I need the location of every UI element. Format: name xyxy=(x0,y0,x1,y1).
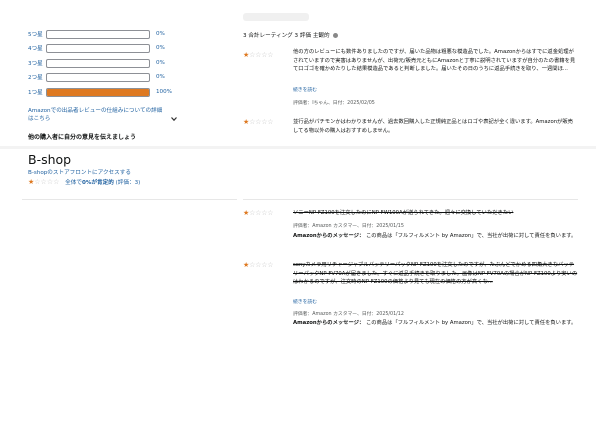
histogram-percent: 0% xyxy=(156,74,165,80)
histogram-row-5[interactable]: 5つ星 0% xyxy=(28,29,165,39)
review-body: 並行品がパチモンかはわかりませんが、過去数回購入した正規純正品とはロゴや表記が全… xyxy=(293,119,573,134)
histogram-fill xyxy=(47,88,149,96)
review-body: sonyカメラ用リチャージャブルバッテリーパックNP-FZ100を注文したのです… xyxy=(293,262,578,286)
rating-summary: 3 合計レーティング 3 評価 主観的 xyxy=(243,31,339,39)
review-star-rating: ★☆☆☆☆ xyxy=(243,209,274,217)
seller-review-help-link[interactable]: Amazonでの出品者レビューの仕組みについての詳細はこちら xyxy=(28,107,166,124)
top-tab xyxy=(243,13,309,21)
histogram-row-1[interactable]: 1つ星 100% xyxy=(28,87,172,97)
review-star-rating: ★☆☆☆☆ xyxy=(243,51,274,59)
histogram-bar xyxy=(46,43,150,53)
histogram-bar xyxy=(46,72,150,82)
review-meta: 評価者：Iちゃん、日付：2025/02/05 xyxy=(293,101,375,106)
star-empty-icon: ☆☆☆☆ xyxy=(249,209,274,217)
review-text: 並行品がパチモンかはわかりませんが、過去数回購入した正規純正品とはロゴや表記が全… xyxy=(293,118,578,135)
amazon-message: Amazonからのメッセージ： この商品は「フルフィルメント by Amazon… xyxy=(293,232,578,241)
histogram-percent: 0% xyxy=(156,60,165,66)
rating-summary-text: 3 合計レーティング 3 評価 主観的 xyxy=(243,33,330,39)
message-body: この商品は「フルフィルメント by Amazon」で、当社が出荷に対して責任を負… xyxy=(365,320,577,326)
review-star-rating: ★☆☆☆☆ xyxy=(243,261,274,269)
review-text: sonyカメラ用リチャージャブルバッテリーパックNP-FZ100を注文したのです… xyxy=(293,261,578,287)
storefront-link[interactable]: B-shopのストアフロントにアクセスする xyxy=(28,168,131,176)
overall-label[interactable]: 全体で xyxy=(65,180,82,186)
review-body: 他の方のレビューにも数件ありましたのですが、届いた品物は粗悪な模造品でした。Am… xyxy=(293,49,576,73)
histogram-row-3[interactable]: 3つ星 0% xyxy=(28,58,165,68)
histogram-row-4[interactable]: 4つ星 0% xyxy=(28,43,165,53)
amazon-message: Amazonからのメッセージ： この商品は「フルフィルメント by Amazon… xyxy=(293,319,578,328)
message-label: Amazonからのメッセージ： xyxy=(293,233,365,239)
review-body: ソニーNP-FZ100を注文したのにNP-FW100Aが送られてきた。週々に交換… xyxy=(293,210,514,216)
histogram-label: 3つ星 xyxy=(28,61,43,67)
message-body: この商品は「フルフィルメント by Amazon」で、当社が出荷に対して責任を負… xyxy=(365,233,577,239)
review-text: ソニーNP-FZ100を注文したのにNP-FW100Aが送られてきた。週々に交換… xyxy=(293,209,578,218)
star-empty-icon: ☆☆☆☆ xyxy=(34,178,60,186)
histogram-row-2[interactable]: 2つ星 0% xyxy=(28,72,165,82)
seller-rating-line: ★☆☆☆☆ 全体で0%が肯定的 (評価：3) xyxy=(28,178,140,187)
histogram-label: 1つ星 xyxy=(28,90,43,96)
seller-name: B-shop xyxy=(28,152,72,167)
review-meta: 評価者：Amazon カスタマー、日付：2025/01/12 xyxy=(293,312,404,317)
star-empty-icon: ☆☆☆☆ xyxy=(249,261,274,269)
histogram-bar xyxy=(46,29,150,39)
info-icon[interactable] xyxy=(333,33,339,38)
read-more-link[interactable]: 続きを読む xyxy=(293,298,317,305)
review-text: 他の方のレビューにも数件ありましたのですが、届いた品物は粗悪な模造品でした。Am… xyxy=(293,48,578,74)
rating-count[interactable]: (評価：3) xyxy=(116,180,141,186)
histogram-label: 4つ星 xyxy=(28,46,43,52)
review-meta: 評価者：Amazon カスタマー、日付：2025/01/15 xyxy=(293,224,404,229)
seller-divider-right xyxy=(243,199,578,200)
chevron-down-icon[interactable] xyxy=(170,108,178,122)
histogram-label: 5つ星 xyxy=(28,32,43,38)
histogram-bar xyxy=(46,87,150,97)
seller-divider xyxy=(22,199,237,200)
histogram-percent: 0% xyxy=(156,31,165,37)
histogram-label: 2つ星 xyxy=(28,75,43,81)
help-link-text: Amazonでの出品者レビューの仕組みについての詳細はこちら xyxy=(28,108,163,123)
share-opinion-heading: 他の購入者に自分の意見を伝えましょう xyxy=(28,134,137,141)
read-more-link[interactable]: 続きを読む xyxy=(293,86,317,93)
histogram-bar xyxy=(46,58,150,68)
message-label: Amazonからのメッセージ： xyxy=(293,320,365,326)
positive-percent[interactable]: 0%が肯定的 xyxy=(82,180,114,186)
histogram-percent: 0% xyxy=(156,45,165,51)
histogram-percent: 100% xyxy=(156,89,172,95)
section-divider xyxy=(0,146,596,149)
star-empty-icon: ☆☆☆☆ xyxy=(249,51,274,59)
review-star-rating: ★☆☆☆☆ xyxy=(243,118,274,126)
star-empty-icon: ☆☆☆☆ xyxy=(249,118,274,126)
